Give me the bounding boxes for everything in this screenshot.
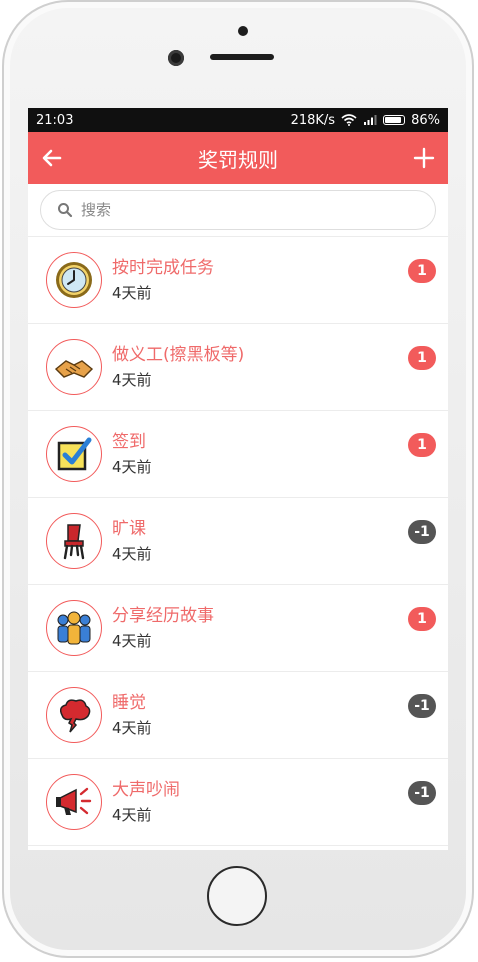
rule-name: 做义工(擦黑板等) — [112, 345, 245, 365]
rule-avatar — [46, 687, 102, 743]
rule-avatar — [46, 774, 102, 830]
rule-name: 睡觉 — [112, 693, 146, 713]
list-item[interactable]: 旷课 4天前 -1 — [28, 498, 448, 585]
rule-time: 4天前 — [112, 719, 152, 737]
rule-name: 签到 — [112, 432, 146, 452]
network-speed: 218K/s — [290, 112, 336, 128]
score-badge: -1 — [408, 694, 436, 718]
add-rule-button[interactable] — [410, 144, 438, 172]
rule-time: 4天前 — [112, 371, 152, 389]
list-item[interactable]: 大声吵闹 4天前 -1 — [28, 759, 448, 846]
group-people-icon — [57, 611, 91, 645]
rule-avatar — [46, 426, 102, 482]
front-sensor — [238, 26, 248, 36]
rule-name: 分享经历故事 — [112, 606, 214, 626]
list-item[interactable]: 睡觉 4天前 -1 — [28, 672, 448, 759]
page-title: 奖罚规则 — [198, 147, 278, 172]
front-camera — [168, 50, 184, 66]
rule-time: 4天前 — [112, 545, 152, 563]
sleep-cloud-icon — [59, 699, 91, 733]
rule-avatar — [46, 339, 102, 395]
rule-avatar — [46, 600, 102, 656]
status-bar: 21:03 218K/s 86% — [28, 108, 448, 132]
earpiece-speaker — [210, 54, 274, 60]
list-item[interactable]: 签到 4天前 1 — [28, 411, 448, 498]
back-button[interactable] — [38, 144, 66, 172]
rule-time: 4天前 — [112, 458, 152, 476]
rule-list: 按时完成任务 4天前 1 做义工(擦黑板等) 4天前 1 签到 4天前 1 旷课… — [28, 236, 448, 846]
rule-time: 4天前 — [112, 806, 152, 824]
rule-time: 4天前 — [112, 632, 152, 650]
empty-chair-icon — [63, 524, 85, 560]
signal-icon — [364, 115, 377, 125]
status-time: 21:03 — [36, 112, 74, 128]
search-icon — [58, 203, 73, 218]
rule-time: 4天前 — [112, 284, 152, 302]
list-item[interactable]: 做义工(擦黑板等) 4天前 1 — [28, 324, 448, 411]
score-badge: 1 — [408, 346, 436, 370]
phone-screen: 21:03 218K/s 86% 奖罚规则 搜索 按时完成任务 4天前 1 做义… — [28, 108, 448, 850]
rule-name: 大声吵闹 — [112, 780, 180, 800]
app-header: 奖罚规则 — [28, 132, 448, 184]
rule-avatar — [46, 513, 102, 569]
list-item[interactable]: 按时完成任务 4天前 1 — [28, 237, 448, 324]
handshake-icon — [54, 360, 94, 378]
rule-name: 旷课 — [112, 519, 146, 539]
score-badge: 1 — [408, 433, 436, 457]
score-badge: -1 — [408, 781, 436, 805]
plus-icon — [413, 147, 435, 169]
score-badge: 1 — [408, 259, 436, 283]
list-item[interactable]: 分享经历故事 4天前 1 — [28, 585, 448, 672]
score-badge: -1 — [408, 520, 436, 544]
rule-avatar — [46, 252, 102, 308]
search-bar[interactable] — [40, 190, 436, 230]
clock-icon — [56, 262, 92, 298]
checkbox-icon — [57, 437, 92, 471]
arrow-left-icon — [42, 149, 62, 167]
battery-level: 86% — [411, 112, 440, 128]
rule-name: 按时完成任务 — [112, 258, 214, 278]
search-input[interactable] — [79, 200, 383, 220]
score-badge: 1 — [408, 607, 436, 631]
megaphone-icon — [56, 787, 92, 815]
wifi-icon — [341, 114, 357, 126]
home-button[interactable] — [207, 866, 267, 926]
battery-icon — [383, 115, 406, 125]
